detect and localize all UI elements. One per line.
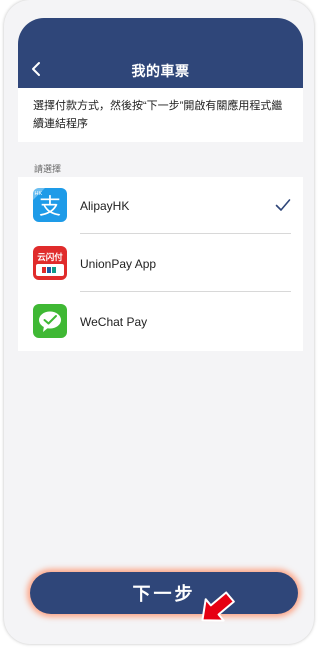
divider xyxy=(80,233,291,234)
payment-option-alipayhk[interactable]: HK 支 AlipayHK xyxy=(18,177,303,234)
payment-option-label: AlipayHK xyxy=(80,199,130,213)
instruction-text: 選擇付款方式，然後按“下一步”開啟有關應用程式繼續連結程序 xyxy=(18,88,303,142)
wechat-pay-logo-icon xyxy=(33,304,67,338)
divider xyxy=(80,291,291,292)
payment-option-label: WeChat Pay xyxy=(80,315,148,329)
page-title: 我的車票 xyxy=(131,63,190,79)
pointer-arrow-icon xyxy=(201,591,235,622)
check-icon xyxy=(275,199,291,211)
section-label: 請選擇 xyxy=(34,164,62,174)
payment-method-list: HK 支 AlipayHK 云闪付 UnionPay App WeChat Pa… xyxy=(18,177,303,351)
alipay-logo-char: 支 xyxy=(39,195,61,220)
unionpay-logo-icon: 云闪付 xyxy=(33,246,67,280)
next-button[interactable]: 下一步 xyxy=(30,572,298,614)
payment-option-label: UnionPay App xyxy=(80,257,157,271)
alipayhk-logo-icon: HK 支 xyxy=(33,188,67,222)
phone-screen: 我的車票 選擇付款方式，然後按“下一步”開啟有關應用程式繼續連結程序 請選擇 H… xyxy=(4,0,314,644)
payment-option-wechat-pay[interactable]: WeChat Pay xyxy=(18,293,303,350)
unionpay-logo-text: 云闪付 xyxy=(37,252,63,263)
header-bar: 我的車票 xyxy=(18,18,303,88)
payment-option-unionpay[interactable]: 云闪付 UnionPay App xyxy=(18,235,303,292)
